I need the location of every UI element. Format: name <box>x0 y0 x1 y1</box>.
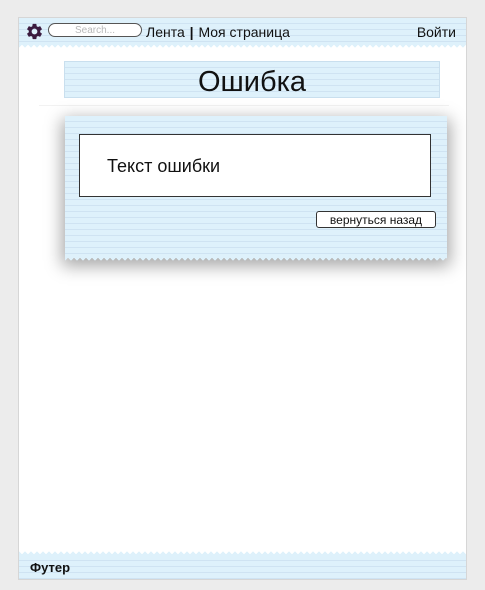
back-button[interactable]: вернуться назад <box>316 211 436 228</box>
footer-zigzag-edge <box>19 550 466 555</box>
nav-separator: | <box>189 24 194 40</box>
error-message-box: Текст ошибки <box>79 134 431 197</box>
title-divider <box>39 105 449 106</box>
page-title: Ошибка <box>197 66 307 98</box>
footer-text: Футер <box>30 560 71 575</box>
error-message: Текст ошибки <box>107 156 221 176</box>
footer: Футер <box>19 550 466 579</box>
nav-link-my-page[interactable]: Моя страница <box>198 24 289 40</box>
header: Лента | Моя страница Войти <box>19 18 466 49</box>
header-zigzag-edge <box>19 44 466 49</box>
gear-icon[interactable] <box>25 22 44 41</box>
error-card: Текст ошибки вернуться назад <box>65 116 447 262</box>
page-container: Лента | Моя страница Войти Ошибка Текст … <box>18 17 467 580</box>
login-link[interactable]: Войти <box>417 24 456 40</box>
nav-link-feed[interactable]: Лента <box>146 24 185 40</box>
card-zigzag-edge <box>65 257 447 262</box>
title-banner: Ошибка <box>64 61 440 98</box>
top-nav: Лента | Моя страница <box>146 24 290 40</box>
search-input[interactable] <box>48 23 142 37</box>
